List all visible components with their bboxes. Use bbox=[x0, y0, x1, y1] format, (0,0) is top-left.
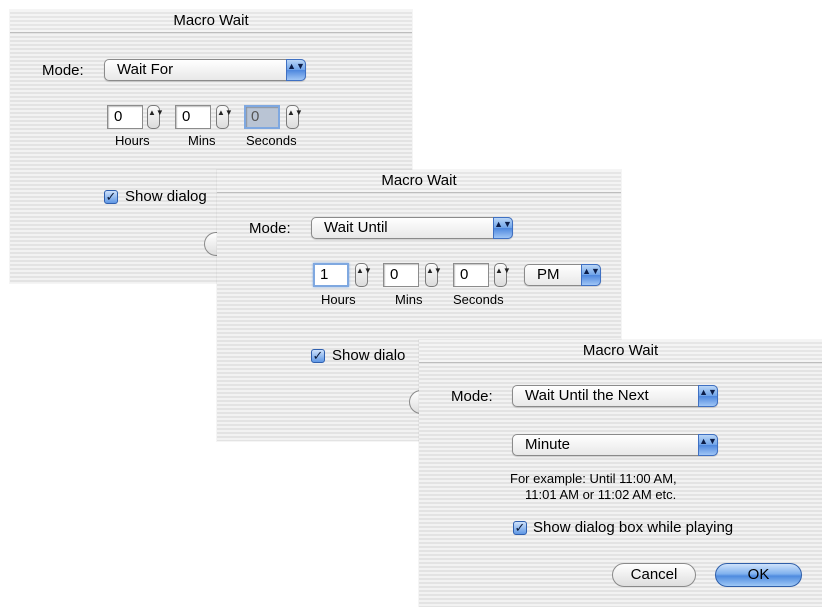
ok-button[interactable]: OK bbox=[715, 563, 802, 587]
popup-arrows-icon: ▲▼ bbox=[286, 59, 306, 81]
seconds-label: Seconds bbox=[246, 133, 297, 148]
seconds-stepper-icon[interactable]: ▲▼ bbox=[286, 105, 303, 129]
ampm-popup-value: PM bbox=[537, 266, 560, 283]
popup-arrows-icon: ▲▼ bbox=[698, 385, 718, 407]
unit-popup[interactable]: Minute ▲▼ bbox=[512, 434, 718, 456]
mins-label: Mins bbox=[395, 292, 423, 307]
mins-label: Mins bbox=[188, 133, 216, 148]
mode-popup-value: Wait Until the Next bbox=[525, 387, 649, 404]
mode-popup[interactable]: Wait Until ▲▼ bbox=[311, 217, 513, 239]
example-text-line2: 11:01 AM or 11:02 AM etc. bbox=[525, 487, 677, 502]
mode-popup[interactable]: Wait Until the Next ▲▼ bbox=[512, 385, 718, 407]
show-dialog-label: Show dialog box while playing bbox=[533, 519, 734, 536]
mode-label: Mode: bbox=[451, 388, 493, 405]
mins-stepper-icon[interactable]: ▲▼ bbox=[425, 263, 442, 287]
mins-field[interactable]: 0 bbox=[383, 263, 419, 287]
cancel-button-partial[interactable] bbox=[204, 232, 218, 256]
mode-popup[interactable]: Wait For ▲▼ bbox=[104, 59, 306, 81]
show-dialog-checkbox[interactable]: ✓ bbox=[513, 521, 527, 535]
hours-label: Hours bbox=[321, 292, 356, 307]
dialog-title: Macro Wait bbox=[10, 10, 412, 33]
show-dialog-label: Show dialo bbox=[332, 347, 406, 364]
popup-arrows-icon: ▲▼ bbox=[698, 434, 718, 456]
dialog-title: Macro Wait bbox=[217, 170, 621, 193]
hours-field[interactable]: 1 bbox=[313, 263, 349, 287]
unit-popup-value: Minute bbox=[525, 436, 571, 453]
popup-arrows-icon: ▲▼ bbox=[581, 264, 601, 286]
show-dialog-checkbox[interactable]: ✓ bbox=[311, 349, 325, 363]
show-dialog-checkbox[interactable]: ✓ bbox=[104, 190, 118, 204]
cancel-button[interactable]: Cancel bbox=[612, 563, 696, 587]
seconds-label: Seconds bbox=[453, 292, 504, 307]
mode-label: Mode: bbox=[42, 62, 84, 79]
ampm-popup[interactable]: PM ▲▼ bbox=[524, 264, 601, 286]
seconds-stepper-icon[interactable]: ▲▼ bbox=[494, 263, 511, 287]
example-text-line1: For example: Until 11:00 AM, bbox=[510, 471, 677, 486]
hours-stepper-icon[interactable]: ▲▼ bbox=[147, 105, 164, 129]
seconds-field[interactable]: 0 bbox=[453, 263, 489, 287]
hours-field[interactable]: 0 bbox=[107, 105, 143, 129]
macro-wait-dialog-wait-until-next: Macro Wait Mode: Wait Until the Next ▲▼ … bbox=[419, 340, 822, 607]
seconds-field[interactable]: 0 bbox=[244, 105, 280, 129]
mode-label: Mode: bbox=[249, 220, 291, 237]
hours-stepper-icon[interactable]: ▲▼ bbox=[355, 263, 372, 287]
mode-popup-value: Wait Until bbox=[324, 219, 388, 236]
hours-label: Hours bbox=[115, 133, 150, 148]
popup-arrows-icon: ▲▼ bbox=[493, 217, 513, 239]
mode-popup-value: Wait For bbox=[117, 61, 174, 78]
dialog-title: Macro Wait bbox=[419, 340, 822, 363]
show-dialog-label: Show dialog bbox=[125, 188, 207, 205]
mins-stepper-icon[interactable]: ▲▼ bbox=[216, 105, 233, 129]
mins-field[interactable]: 0 bbox=[175, 105, 211, 129]
